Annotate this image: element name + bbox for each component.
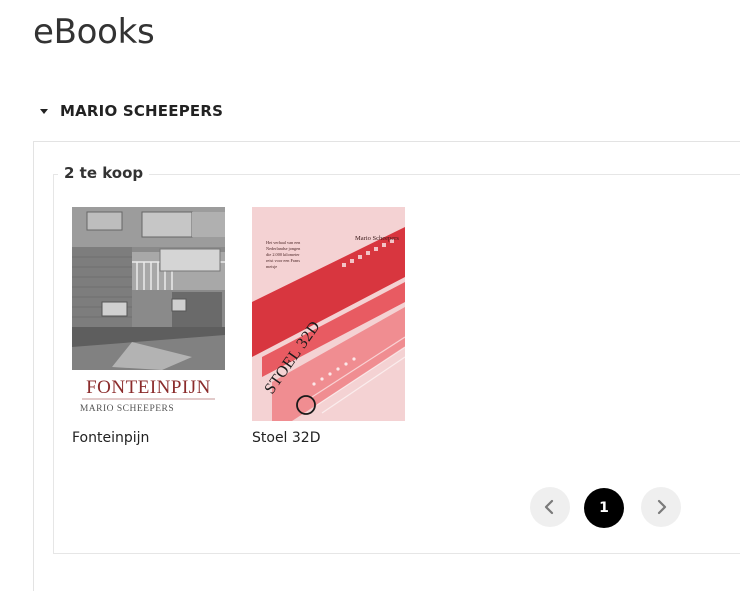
caret-down-icon: [40, 109, 48, 114]
pagination-page-1[interactable]: 1: [584, 488, 624, 528]
book-item-fonteinpijn[interactable]: FONTEINPIJN MARIO SCHEEPERS Fonteinpijn: [72, 207, 226, 446]
pagination-prev-button[interactable]: [530, 487, 570, 527]
section-title: MARIO SCHEEPERS: [60, 102, 224, 120]
book-title[interactable]: Fonteinpijn: [72, 430, 226, 446]
book-title[interactable]: Stoel 32D: [252, 430, 406, 446]
svg-text:Nederlandse jongen: Nederlandse jongen: [266, 246, 301, 251]
chevron-right-icon: [657, 499, 667, 515]
listing-count: 2 te koop: [58, 164, 150, 182]
svg-text:MARIO SCHEEPERS: MARIO SCHEEPERS: [80, 404, 174, 414]
book-cover-stoel-32d[interactable]: Mario Scheepers Het verhaal van een Nede…: [252, 207, 405, 421]
pagination-next-button[interactable]: [641, 487, 681, 527]
svg-text:Mario Scheepers: Mario Scheepers: [355, 235, 399, 242]
svg-text:die 2.000 kilometer: die 2.000 kilometer: [266, 252, 300, 257]
chevron-left-icon: [544, 499, 554, 515]
svg-text:meisje: meisje: [266, 264, 277, 269]
section-toggle-mario-scheepers[interactable]: MARIO SCHEEPERS: [40, 98, 223, 124]
book-cover-fonteinpijn[interactable]: FONTEINPIJN MARIO SCHEEPERS: [72, 207, 225, 421]
book-item-stoel-32d[interactable]: Mario Scheepers Het verhaal van een Nede…: [252, 207, 406, 446]
page-title: eBooks: [33, 12, 155, 52]
svg-text:Het verhaal van een: Het verhaal van een: [266, 240, 301, 245]
svg-text:reist voor een Frans: reist voor een Frans: [266, 258, 300, 263]
svg-text:FONTEINPIJN: FONTEINPIJN: [86, 377, 211, 398]
